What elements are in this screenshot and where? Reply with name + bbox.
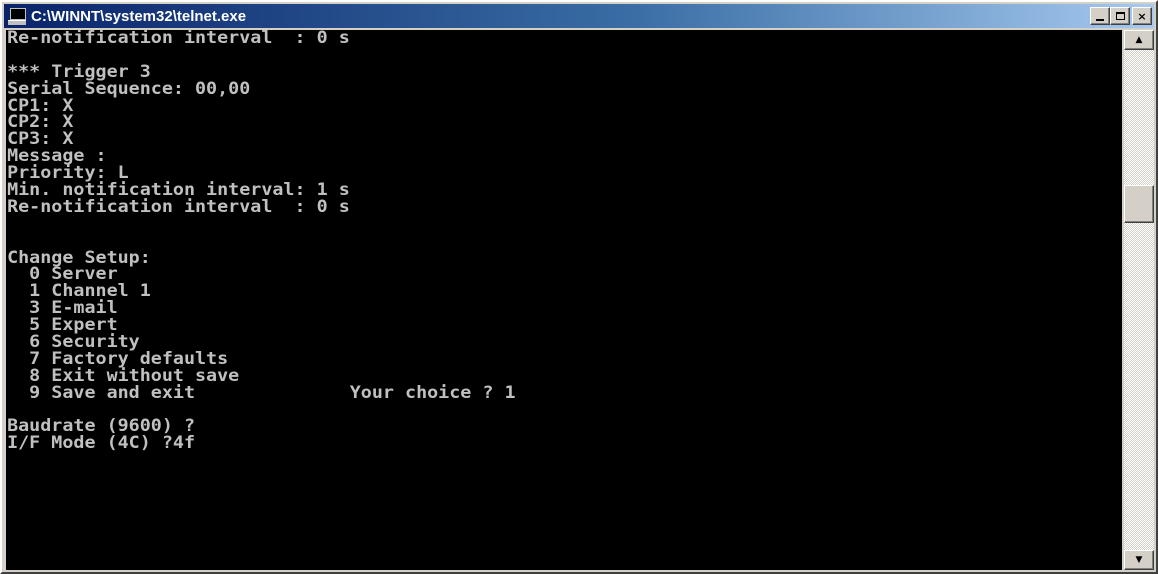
console-line: CP1: X — [7, 95, 74, 116]
console-output[interactable]: Re-notification interval : 0 s *** Trigge… — [6, 30, 1122, 570]
console-line: Re-notification interval : 0 s — [7, 196, 350, 217]
maximize-icon — [1115, 12, 1125, 20]
title-bar[interactable]: C:\WINNT\system32\telnet.exe × — [4, 4, 1154, 28]
maximize-button[interactable] — [1110, 7, 1130, 25]
minimize-icon — [1096, 19, 1104, 21]
console-window-icon[interactable] — [8, 7, 26, 25]
console-line: 3 E-mail — [7, 298, 118, 319]
vertical-scrollbar[interactable]: ▲ ▼ — [1124, 30, 1154, 570]
console-line: CP2: X — [7, 112, 74, 133]
minimize-button[interactable] — [1090, 7, 1110, 25]
arrow-down-icon: ▼ — [1135, 555, 1143, 565]
close-icon: × — [1137, 9, 1147, 23]
arrow-up-icon: ▲ — [1135, 35, 1143, 45]
console-line: 9 Save and exit Your choice ? 1 — [7, 382, 516, 403]
scrollbar-thumb[interactable] — [1124, 185, 1154, 223]
console-line: 5 Expert — [7, 315, 118, 336]
console-line: 1 Channel 1 — [7, 281, 151, 302]
scroll-up-button[interactable]: ▲ — [1124, 30, 1154, 50]
console-line: I/F Mode (4C) ?4f — [7, 433, 195, 454]
console-line: Re-notification interval : 0 s — [7, 30, 350, 48]
close-button[interactable]: × — [1132, 7, 1152, 25]
window-title: C:\WINNT\system32\telnet.exe — [31, 7, 247, 25]
console-line: Change Setup: — [7, 247, 151, 268]
console-line: 0 Server — [7, 264, 118, 285]
console-line: CP3: X — [7, 129, 74, 150]
window-controls: × — [1090, 7, 1152, 25]
console-line: Message : — [7, 146, 107, 167]
scroll-down-button[interactable]: ▼ — [1124, 550, 1154, 570]
console-line: Serial Sequence: 00,00 — [7, 78, 251, 99]
telnet-window: C:\WINNT\system32\telnet.exe × Re-notifi… — [0, 0, 1158, 574]
